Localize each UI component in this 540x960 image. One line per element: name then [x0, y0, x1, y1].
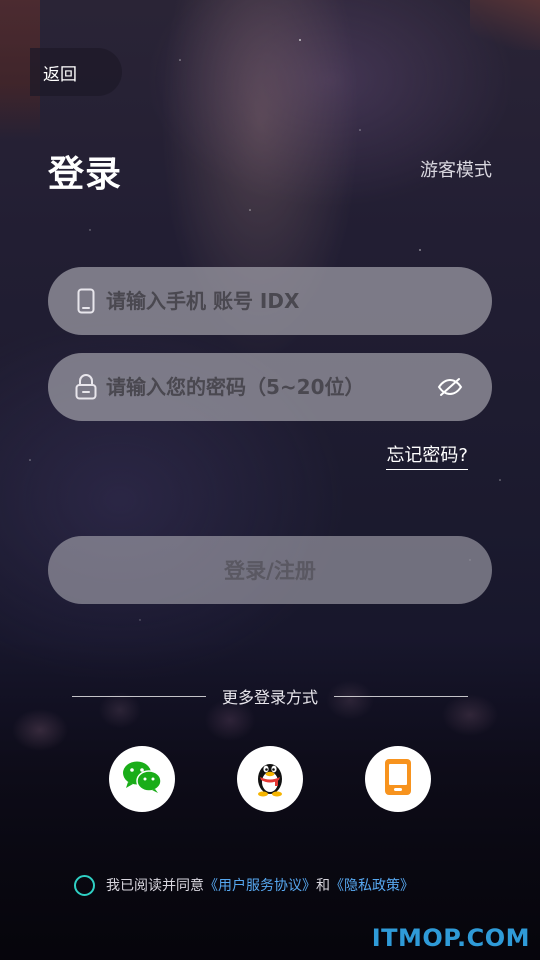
user-agreement-link[interactable]: 《用户服务协议》: [204, 875, 316, 895]
background-decoration: [470, 0, 540, 50]
back-label: 返回: [43, 64, 77, 85]
watermark: ITMOP.COM: [371, 924, 530, 952]
phone-outline-icon: [74, 287, 98, 315]
account-input[interactable]: [106, 289, 464, 313]
forgot-password-link[interactable]: 忘记密码?: [386, 441, 468, 470]
login-register-button[interactable]: 登录/注册: [48, 536, 492, 604]
background-starfield: [0, 0, 540, 960]
password-field[interactable]: [48, 353, 492, 421]
agreement-conjunction: 和: [316, 878, 330, 894]
eye-off-icon[interactable]: [436, 373, 464, 401]
agreement-radio[interactable]: [74, 874, 95, 896]
wechat-icon: [121, 759, 163, 799]
mobile-phone-icon: [384, 758, 412, 800]
privacy-policy-link[interactable]: 《隐私政策》: [330, 875, 414, 895]
qq-login-button[interactable]: [237, 746, 303, 812]
account-field[interactable]: [48, 267, 492, 335]
agreement-row: 我已阅读并同意 《用户服务协议》 和 《隐私政策》: [74, 873, 414, 897]
divider-line: [72, 695, 206, 697]
password-input[interactable]: [106, 375, 436, 399]
guest-mode-link[interactable]: 游客模式: [420, 156, 492, 182]
lock-icon: [74, 373, 98, 401]
divider-line: [334, 695, 469, 697]
more-login-label: 更多登录方式: [222, 688, 319, 707]
qq-penguin-icon: [253, 757, 287, 801]
phone-login-button[interactable]: [365, 746, 431, 812]
agreement-prefix: 我已阅读并同意: [106, 878, 204, 894]
page-title: 登录: [48, 154, 123, 195]
wechat-login-button[interactable]: [109, 746, 175, 812]
back-button[interactable]: 返回: [30, 48, 122, 96]
more-login-divider: 更多登录方式: [72, 684, 469, 708]
